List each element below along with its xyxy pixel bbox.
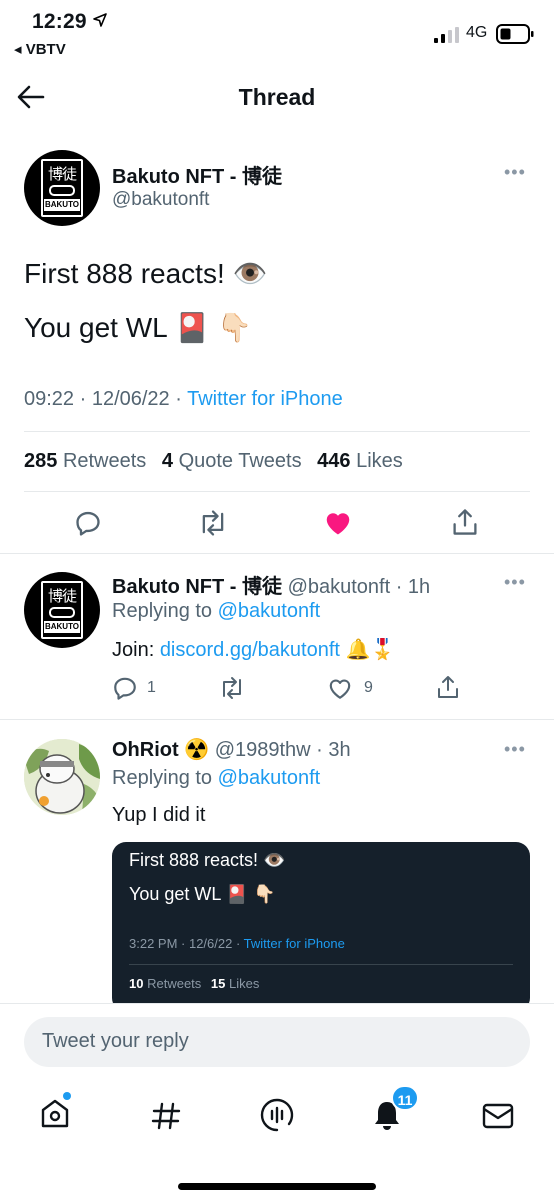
location-arrow-icon — [92, 13, 107, 27]
quotes-stat[interactable]: 4 Quote Tweets — [162, 450, 302, 472]
battery-icon — [496, 24, 534, 44]
tab-notifications[interactable]: 11 — [370, 1085, 419, 1132]
divider — [0, 719, 554, 720]
embedded-tweet-image[interactable]: First 888 reacts! 👁️ You get WL 🎴 👇🏻 3:2… — [112, 842, 530, 1012]
reply2-handle-time[interactable]: @1989thw · 3h — [215, 739, 351, 761]
divider — [24, 431, 530, 432]
reply-icon[interactable] — [112, 675, 138, 701]
reply-count: 1 — [147, 679, 156, 696]
like-icon-filled[interactable] — [323, 508, 353, 536]
network-type: 4G — [466, 24, 488, 41]
tweet-text-line1: First 888 reacts! 👁️ — [24, 258, 268, 289]
reply2-author-name[interactable]: OhRiot — [112, 739, 179, 761]
replying-to-link[interactable]: @bakutonft — [218, 767, 321, 789]
embed-line2: You get WL 🎴 👇🏻 — [129, 884, 276, 904]
more-options-icon[interactable]: ••• — [504, 162, 526, 183]
author-name[interactable]: Bakuto NFT - 博徒 — [112, 160, 282, 189]
signal-icon — [434, 27, 459, 43]
embed-timestamp: 3:22 PM · 12/6/22 · Twitter for iPhone — [129, 936, 345, 951]
ohriot-avatar[interactable] — [24, 739, 100, 815]
like-count: 9 — [364, 679, 373, 696]
divider — [0, 553, 554, 554]
knuckles-icon — [49, 607, 75, 618]
tweet-timestamp: 09:22 · 12/06/22 · Twitter for iPhone — [24, 388, 343, 410]
replying-to: Replying to @bakutonft — [112, 767, 321, 789]
avatar-logo-text: 博徒 — [47, 166, 77, 183]
reply-text: Join: discord.gg/bakutonft 🔔🎖️ — [112, 639, 396, 661]
explore-hashtag-icon[interactable] — [151, 1101, 181, 1131]
reply2-text: Yup I did it — [112, 804, 206, 826]
share-icon[interactable] — [451, 507, 479, 537]
reply-handle-time[interactable]: @bakutonft · 1h — [288, 576, 431, 598]
status-bar: 12:29 ◂ VBTV 4G — [0, 0, 554, 70]
reply-author-name[interactable]: Bakuto NFT - 博徒 — [112, 576, 282, 598]
share-icon[interactable] — [436, 674, 460, 700]
home-icon — [41, 1099, 69, 1128]
reply-icon[interactable] — [74, 509, 102, 537]
divider — [129, 964, 513, 965]
reply-avatar[interactable]: 博徒 BAKUTO — [24, 572, 100, 648]
author-handle[interactable]: @bakutonft — [112, 189, 209, 211]
page-title: Thread — [238, 84, 316, 110]
reply2-header: OhRiot ☢️ @1989thw · 3h — [112, 737, 351, 762]
replying-to: Replying to @bakutonft — [112, 600, 321, 622]
polar-bear-avatar-image — [24, 739, 100, 815]
more-options-icon[interactable]: ••• — [504, 739, 526, 760]
discord-link[interactable]: discord.gg/bakutonft — [160, 639, 340, 661]
more-options-icon[interactable]: ••• — [504, 572, 526, 593]
reply-header: Bakuto NFT - 博徒 @bakutonft · 1h — [112, 570, 430, 599]
bottom-bar: Tweet your reply 11 — [0, 1003, 554, 1200]
messages-mail-icon[interactable] — [481, 1102, 515, 1130]
author-avatar[interactable]: 博徒 BAKUTO — [24, 150, 100, 226]
embed-line1: First 888 reacts! 👁️ — [129, 850, 286, 870]
retweets-stat[interactable]: 285 Retweets — [24, 450, 146, 472]
retweet-icon[interactable] — [218, 676, 246, 700]
radioactive-badge-icon: ☢️ — [184, 739, 210, 761]
reply-placeholder: Tweet your reply — [42, 1030, 189, 1052]
tweet-source-link[interactable]: Twitter for iPhone — [187, 388, 343, 410]
replying-to-link[interactable]: @bakutonft — [218, 600, 321, 622]
knuckles-icon — [49, 185, 75, 196]
embed-stats: 10 Retweets 15 Likes — [129, 976, 260, 991]
tweet-text-line2: You get WL 🎴 👇🏻 — [24, 312, 252, 343]
home-unread-dot — [63, 1092, 71, 1100]
home-indicator — [178, 1183, 376, 1190]
thread-header: Thread — [0, 72, 554, 126]
notifications-badge: 11 — [391, 1085, 419, 1111]
like-icon[interactable] — [327, 676, 353, 700]
tab-home[interactable] — [38, 1092, 72, 1130]
retweet-icon[interactable] — [197, 509, 229, 537]
reply-composer-input[interactable]: Tweet your reply — [24, 1017, 530, 1067]
status-time: 12:29 — [32, 10, 107, 34]
divider — [24, 491, 530, 492]
spaces-icon[interactable] — [259, 1097, 295, 1133]
likes-stat[interactable]: 446 Likes — [317, 450, 403, 472]
back-to-app-link[interactable]: ◂ VBTV — [14, 40, 66, 58]
tweet-stats: 285 Retweets 4 Quote Tweets 446 Likes — [24, 450, 403, 473]
